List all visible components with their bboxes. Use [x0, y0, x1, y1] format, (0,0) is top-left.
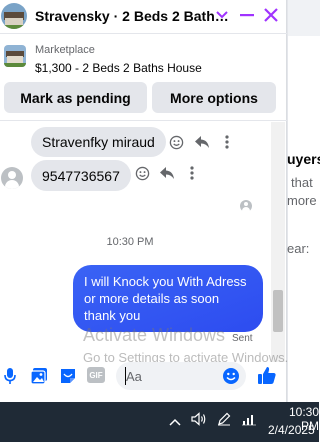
- reply-icon[interactable]: [193, 133, 211, 151]
- pen-icon[interactable]: [217, 412, 231, 429]
- react-icon[interactable]: [133, 164, 151, 182]
- photo-icon[interactable]: [29, 366, 49, 386]
- like-icon[interactable]: [256, 364, 278, 386]
- listing-thumbnail[interactable]: [4, 45, 26, 67]
- activate-windows-watermark: Activate Windows: [83, 325, 226, 345]
- listing-title[interactable]: $1,300 - 2 Beds 2 Baths House: [35, 61, 202, 75]
- scrollbar-thumb[interactable]: [273, 290, 283, 332]
- message-bubble[interactable]: Stravenfky miraud: [31, 127, 166, 157]
- chat-title[interactable]: Stravensky · 2 Beds 2 Bath…: [35, 8, 229, 24]
- time-separator: 10:30 PM: [106, 236, 154, 248]
- more-options-button[interactable]: More options: [152, 82, 276, 113]
- gif-icon[interactable]: GIF: [87, 367, 105, 383]
- background-text: ear:: [287, 241, 310, 256]
- sent-status: Sent: [232, 333, 253, 344]
- volume-icon[interactable]: [191, 412, 207, 429]
- chevron-up-icon[interactable]: [169, 413, 181, 429]
- sent-message-bubble[interactable]: I will Knock you With Adress or more det…: [73, 265, 263, 332]
- taskbar-date[interactable]: 2/4/2025: [268, 423, 315, 437]
- microphone-icon[interactable]: [0, 366, 20, 386]
- background-header-strip: [288, 0, 320, 36]
- chevron-down-icon[interactable]: [211, 4, 233, 26]
- background-text: more: [287, 193, 317, 208]
- close-icon[interactable]: [260, 4, 282, 26]
- divider: [0, 120, 287, 121]
- marketplace-label: Marketplace: [35, 44, 95, 56]
- background-heading: uyers: [287, 151, 320, 167]
- reply-icon[interactable]: [158, 164, 176, 182]
- react-icon[interactable]: [167, 133, 185, 151]
- wifi-icon[interactable]: [241, 412, 257, 429]
- more-icon[interactable]: [183, 164, 201, 182]
- sender-avatar[interactable]: [1, 167, 23, 189]
- background-text: that: [291, 175, 313, 190]
- more-icon[interactable]: [218, 133, 236, 151]
- minimize-icon[interactable]: [236, 4, 258, 26]
- seen-avatar: [240, 200, 252, 212]
- sticker-icon[interactable]: [58, 366, 78, 386]
- emoji-icon[interactable]: [221, 366, 241, 386]
- listing-avatar[interactable]: [1, 3, 27, 29]
- text-caret: [125, 367, 126, 385]
- message-bubble[interactable]: 9547736567: [31, 160, 131, 191]
- mark-as-pending-button[interactable]: Mark as pending: [4, 82, 147, 113]
